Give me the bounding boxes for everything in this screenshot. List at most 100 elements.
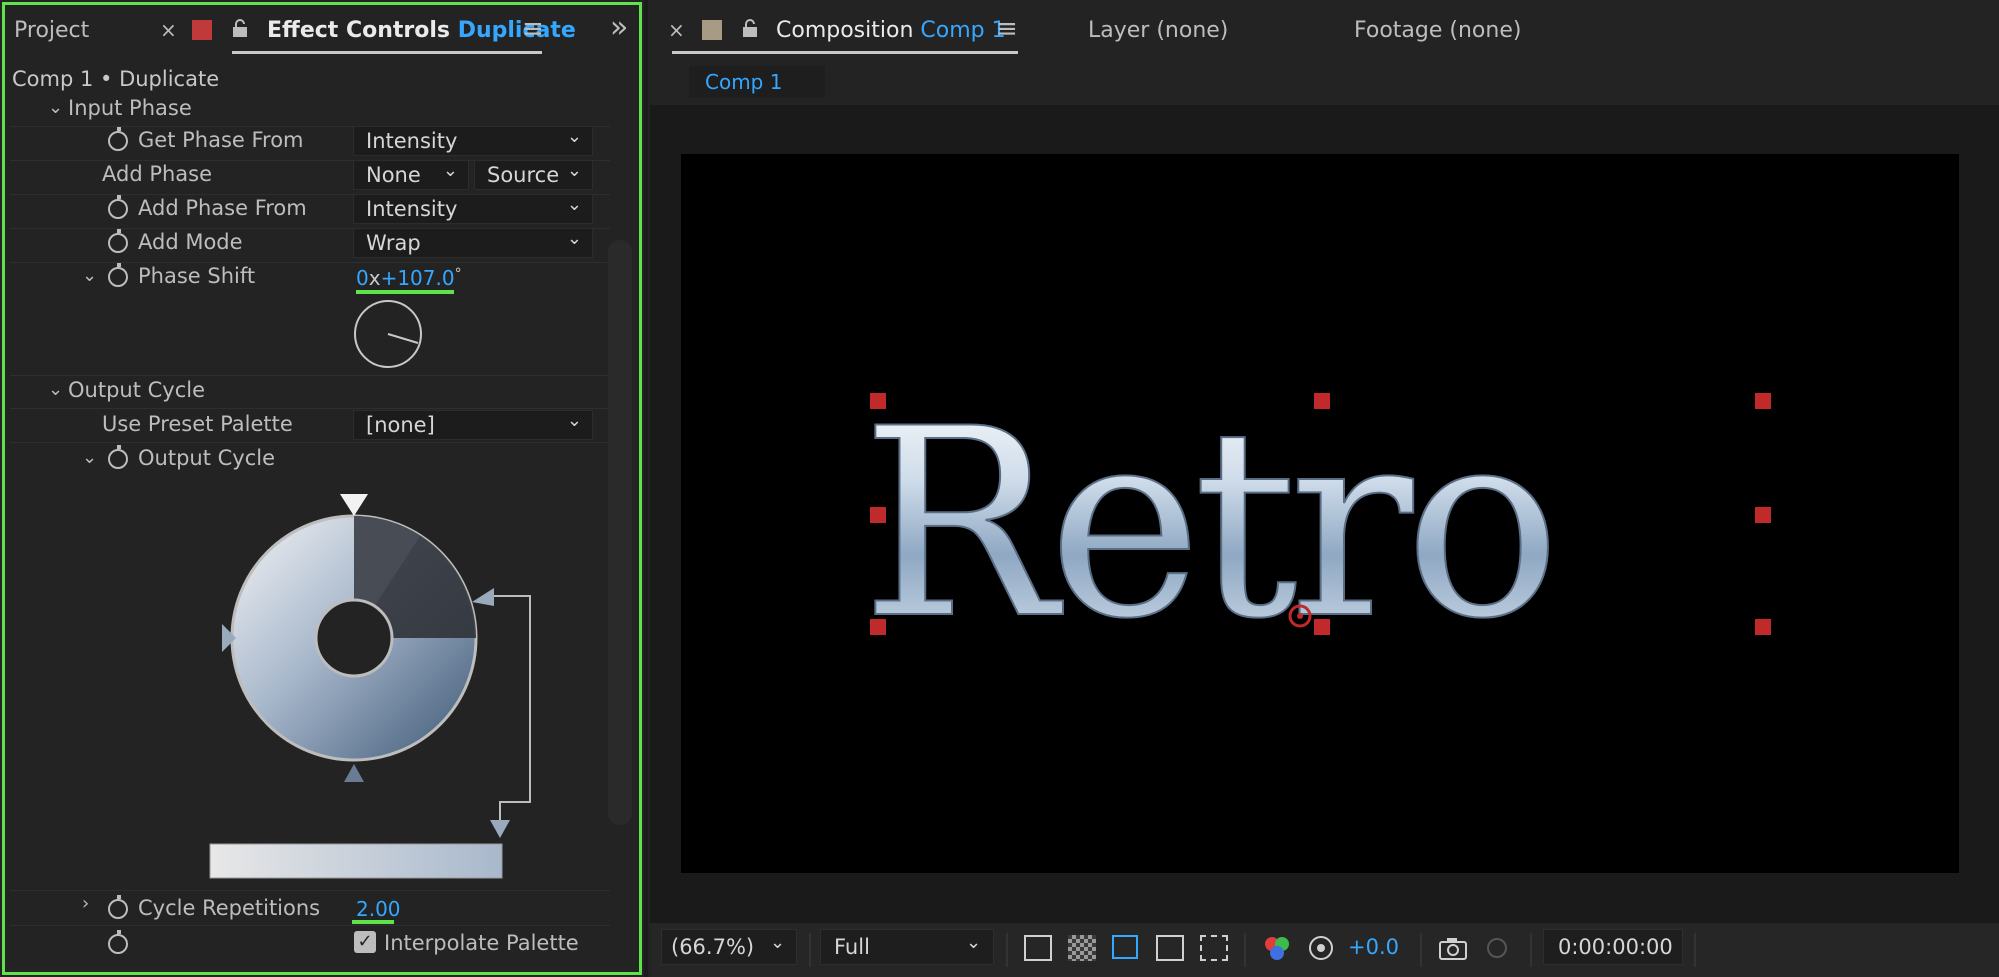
use-preset-palette-label: Use Preset Palette (102, 412, 293, 436)
composition-tab[interactable]: Composition Comp 1 (776, 18, 1006, 43)
chevron-down-icon[interactable]: ⌄ (82, 265, 97, 286)
panel-menu-icon[interactable]: ≡ (522, 14, 544, 44)
triangle-marker-top (340, 494, 368, 516)
chevron-down-icon: ⌄ (566, 194, 582, 215)
row-divider (10, 408, 610, 409)
phase-shift-x: x (368, 266, 381, 290)
arrow-marker (490, 820, 510, 838)
row-divider (10, 375, 610, 376)
bounding-handle[interactable] (1314, 619, 1330, 635)
show-snapshot-icon[interactable] (1481, 934, 1513, 962)
stopwatch-icon[interactable] (108, 930, 128, 954)
cycle-repetitions-label: Cycle Repetitions (138, 896, 321, 920)
bounding-handle[interactable] (1755, 393, 1771, 409)
output-cycle-label: Output Cycle (138, 446, 276, 470)
add-mode-label: Add Mode (138, 230, 243, 254)
comp-color-swatch (702, 20, 722, 40)
bounding-handle[interactable] (870, 507, 886, 523)
project-tab[interactable]: Project (14, 18, 89, 43)
triangle-marker-bottom (344, 764, 364, 782)
bounding-handle[interactable] (1755, 507, 1771, 523)
input-phase-group-label[interactable]: Input Phase (68, 96, 192, 120)
output-cycle-group-label[interactable]: Output Cycle (68, 378, 205, 402)
lock-icon[interactable] (232, 18, 248, 38)
phase-shift-value[interactable]: 0x+107.0° (356, 266, 462, 290)
preset-palette-dropdown[interactable]: [none] ⌄ (353, 410, 593, 440)
row-divider (10, 262, 610, 263)
output-cycle-color-wheel[interactable] (200, 490, 540, 890)
close-icon[interactable]: × (160, 18, 177, 42)
stopwatch-icon[interactable] (108, 229, 128, 253)
stopwatch-icon[interactable] (108, 195, 128, 219)
channel-rgb-icon[interactable] (1262, 934, 1292, 962)
bounding-handle[interactable] (870, 393, 886, 409)
chevron-down-icon: ⌄ (566, 160, 582, 181)
chevron-down-icon[interactable]: ⌄ (82, 447, 97, 468)
add-phase-from-dropdown[interactable]: Intensity ⌄ (353, 194, 593, 224)
composition-tab-name: Comp 1 (920, 18, 1006, 43)
effect-controls-tab-label: Effect Controls (267, 18, 451, 43)
add-phase-from-value: Intensity (366, 197, 458, 221)
timecode-value: 0:00:00:00 (1558, 935, 1673, 959)
transparency-grid-icon[interactable] (1068, 935, 1096, 961)
phase-shift-revolutions: 0 (356, 266, 369, 290)
resolution-value: Full (834, 935, 870, 959)
bounding-handle[interactable] (1314, 393, 1330, 409)
add-phase-source-value: Source (487, 163, 560, 187)
add-mode-dropdown[interactable]: Wrap ⌄ (353, 228, 593, 258)
preset-palette-value: [none] (366, 413, 435, 437)
add-phase-layer-dropdown[interactable]: None ⌄ (353, 160, 469, 190)
toolbar-divider (1006, 933, 1008, 967)
region-of-interest-icon[interactable] (1156, 935, 1184, 961)
add-phase-layer-value: None (366, 163, 421, 187)
interpolate-palette-label: Interpolate Palette (384, 931, 579, 955)
palette-gradient-strip (209, 843, 503, 879)
phase-shift-degrees: +107.0 (380, 266, 455, 290)
layer-tab[interactable]: Layer (none) (1088, 18, 1228, 43)
add-phase-label: Add Phase (102, 162, 213, 186)
chevron-down-icon[interactable]: ⌄ (48, 97, 63, 118)
snapshot-camera-icon[interactable] (1437, 934, 1469, 962)
get-phase-from-label: Get Phase From (138, 128, 304, 152)
cycle-repetitions-value[interactable]: 2.00 (356, 897, 401, 921)
chevron-down-icon[interactable]: ⌄ (48, 379, 63, 400)
lock-icon[interactable] (742, 18, 758, 38)
exposure-shutter-icon[interactable] (1307, 934, 1335, 962)
stopwatch-icon[interactable] (108, 263, 128, 287)
interpolate-palette-checkbox[interactable]: ✓ (354, 931, 376, 953)
add-phase-source-dropdown[interactable]: Source ⌄ (474, 160, 593, 190)
panel-menu-icon[interactable]: ≡ (996, 14, 1018, 44)
active-tab-underline (232, 51, 542, 54)
close-icon[interactable]: × (668, 18, 685, 42)
exposure-value[interactable]: +0.0 (1348, 935, 1399, 959)
layer-color-swatch (192, 20, 212, 40)
comp-chip-label: Comp 1 (705, 70, 783, 94)
toolbar-divider (1420, 933, 1422, 967)
bounding-handle[interactable] (1755, 619, 1771, 635)
chevron-down-icon: ⌄ (770, 932, 786, 953)
footage-tab[interactable]: Footage (none) (1354, 18, 1521, 43)
bounding-handle[interactable] (870, 619, 886, 635)
mask-visibility-icon[interactable] (1112, 935, 1138, 959)
add-mode-value: Wrap (366, 231, 421, 255)
grid-guide-options-icon[interactable] (1200, 935, 1228, 961)
phase-dial[interactable] (350, 298, 426, 374)
chevron-right-icon[interactable]: › (82, 893, 89, 914)
overflow-icon[interactable]: » (610, 10, 628, 45)
triangle-marker-right (472, 588, 494, 606)
stopwatch-icon[interactable] (108, 895, 128, 919)
get-phase-from-dropdown[interactable]: Intensity ⌄ (353, 126, 593, 156)
chevron-down-icon: ⌄ (442, 160, 458, 181)
scrollbar[interactable] (608, 240, 632, 825)
stopwatch-icon[interactable] (108, 127, 128, 151)
chevron-down-icon: ⌄ (566, 410, 582, 431)
chevron-down-icon: ⌄ (566, 228, 582, 249)
fast-previews-icon[interactable] (1024, 935, 1052, 961)
add-phase-from-label: Add Phase From (138, 196, 307, 220)
retro-text[interactable]: Retro (860, 373, 1562, 677)
value-highlight-underline (356, 290, 454, 294)
toolbar-divider (1530, 933, 1532, 967)
degree-sign: ° (454, 266, 462, 282)
stopwatch-icon[interactable] (108, 445, 128, 469)
toolbar-divider (1244, 933, 1246, 967)
